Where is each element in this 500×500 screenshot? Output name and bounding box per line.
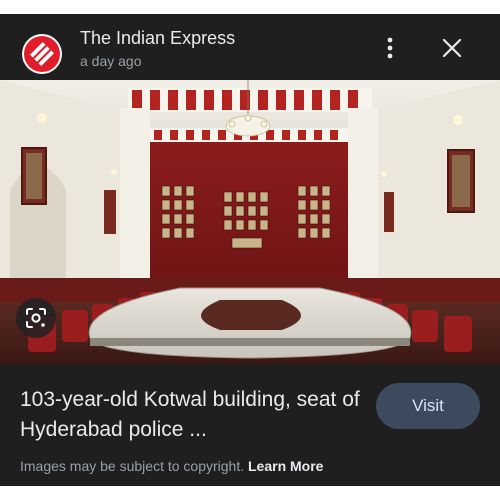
google-lens-icon xyxy=(26,308,46,328)
indian-express-logo-icon xyxy=(22,34,62,74)
more-vert-icon xyxy=(387,37,393,59)
learn-more-link[interactable]: Learn More xyxy=(248,458,323,474)
copyright-notice: Images may be subject to copyright. Lear… xyxy=(20,458,323,474)
source-name[interactable]: The Indian Express xyxy=(80,28,235,49)
image-preview-panel: The Indian Express a day ago 103-year-ol… xyxy=(0,0,500,500)
close-button[interactable] xyxy=(438,34,466,62)
timestamp: a day ago xyxy=(80,53,142,69)
lens-search-button[interactable] xyxy=(16,298,56,338)
result-title[interactable]: 103-year-old Kotwal building, seat of Hy… xyxy=(20,385,360,445)
conference-room-photo xyxy=(0,80,500,364)
preview-header: The Indian Express a day ago xyxy=(0,14,500,80)
copyright-text: Images may be subject to copyright. xyxy=(20,458,245,474)
more-options-button[interactable] xyxy=(378,34,402,62)
visit-button[interactable]: Visit xyxy=(376,383,480,429)
bottom-margin xyxy=(0,486,500,500)
top-margin xyxy=(0,0,500,14)
close-icon xyxy=(442,38,462,58)
preview-image[interactable] xyxy=(0,80,500,364)
